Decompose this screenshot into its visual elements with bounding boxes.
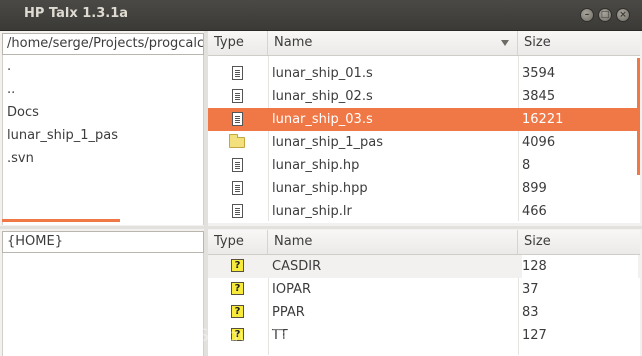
row-size: 127 (522, 328, 547, 343)
list-item[interactable]: .svn (3, 147, 203, 170)
document-icon (232, 66, 243, 80)
list-item[interactable]: . (3, 55, 203, 78)
table-row[interactable]: ? TT 127 (208, 324, 640, 347)
folder-icon (229, 134, 245, 148)
header-name-label: Name (274, 35, 313, 50)
left-bottom-path-field[interactable]: {HOME} (2, 231, 204, 253)
left-bottom-list[interactable] (2, 253, 204, 356)
header-size[interactable]: Size (518, 230, 640, 254)
row-size: 3594 (522, 66, 556, 81)
list-item[interactable]: Docs (3, 101, 203, 124)
row-size: 128 (522, 255, 638, 278)
row-size: 83 (522, 305, 539, 320)
row-name: lunar_ship.hpp (272, 181, 368, 196)
row-size: 8 (522, 158, 531, 173)
unknown-type-icon: ? (231, 282, 244, 295)
header-name[interactable]: Name (268, 230, 518, 254)
row-name: lunar_ship_02.s (272, 89, 373, 104)
table-row[interactable]: lunar_ship.hpp 899 (208, 177, 640, 200)
table-row[interactable]: ? PPAR 83 (208, 301, 640, 324)
unknown-type-icon: ? (231, 305, 244, 318)
close-icon[interactable]: × (616, 8, 630, 22)
header-name[interactable]: Name (268, 31, 518, 55)
unknown-type-icon: ? (231, 259, 244, 272)
row-name: lunar_ship_1_pas (272, 135, 384, 150)
top-file-table: Type Name Size lunar_ship_01.s 3594 luna… (208, 31, 640, 223)
row-name: TT (272, 328, 288, 343)
left-path-field[interactable]: /home/serge/Projects/progcalc/ (2, 33, 204, 55)
row-size: 899 (522, 181, 547, 196)
table-row[interactable]: lunar_ship.hp 8 (208, 154, 640, 177)
row-name: lunar_ship.hp (272, 158, 360, 173)
header-size[interactable]: Size (518, 31, 640, 55)
minimize-icon[interactable]: – (580, 8, 594, 22)
document-icon (232, 89, 243, 103)
row-name: lunar_ship.lr (272, 204, 352, 219)
table-header: Type Name Size (208, 230, 640, 255)
document-icon (232, 158, 243, 172)
row-size: 4096 (522, 135, 556, 150)
row-size: 3845 (522, 89, 556, 104)
horizontal-scrollbar[interactable] (2, 219, 120, 222)
row-name: PPAR (272, 305, 305, 320)
title-bar[interactable]: HP Talx 1.3.1a – □ × (0, 0, 642, 31)
table-row[interactable]: lunar_ship_01.s 3594 (208, 62, 640, 85)
document-icon (232, 204, 243, 218)
window-title: HP Talx 1.3.1a (24, 6, 129, 21)
list-item[interactable]: lunar_ship_1_pas (3, 124, 203, 147)
table-header: Type Name Size (208, 31, 640, 56)
list-item[interactable]: .. (3, 78, 203, 101)
row-name: lunar_ship_01.s (272, 66, 373, 81)
left-directory-list[interactable]: . .. Docs lunar_ship_1_pas .svn (2, 55, 204, 225)
unknown-type-icon: ? (231, 328, 244, 341)
row-size: 466 (522, 204, 547, 219)
row-size: 16221 (522, 108, 638, 131)
document-icon (232, 181, 243, 195)
row-name: CASDIR (272, 259, 322, 274)
panel-splitter[interactable] (0, 226, 642, 229)
bottom-file-table: Type Name Size ? CASDIR 128 ? IOPAR 37 ?… (208, 230, 640, 356)
row-name: lunar_ship_03.s (272, 112, 373, 127)
header-type[interactable]: Type (208, 230, 268, 254)
vertical-scrollbar[interactable] (637, 58, 640, 175)
table-row[interactable]: lunar_ship.lr 466 (208, 200, 640, 223)
table-row[interactable]: ? IOPAR 37 (208, 278, 640, 301)
table-row-selected[interactable]: lunar_ship_03.s 16221 (208, 108, 640, 131)
row-name: IOPAR (272, 282, 311, 297)
row-size: 37 (522, 282, 539, 297)
header-type[interactable]: Type (208, 31, 268, 55)
table-row[interactable]: lunar_ship_1_pas 4096 (208, 131, 640, 154)
sort-descending-icon (501, 40, 509, 46)
table-row[interactable]: lunar_ship_02.s 3845 (208, 85, 640, 108)
maximize-icon[interactable]: □ (598, 8, 612, 22)
document-icon (232, 112, 243, 126)
table-row-selected[interactable]: ? CASDIR 128 (208, 255, 640, 278)
